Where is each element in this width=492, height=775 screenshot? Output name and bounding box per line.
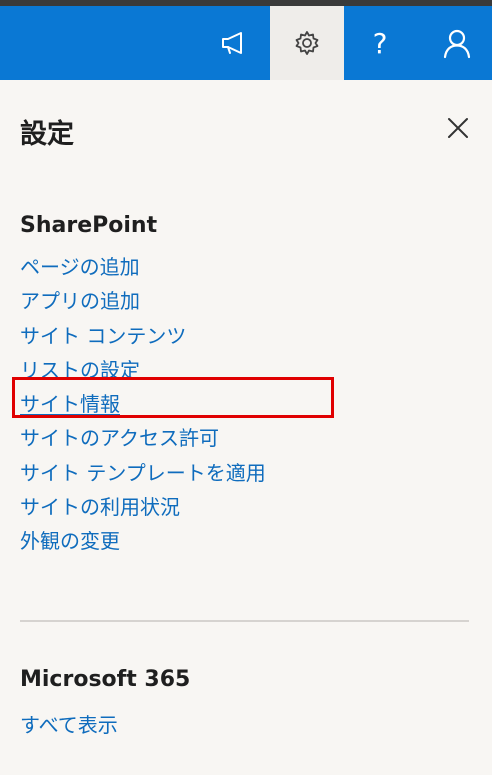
account-button[interactable] xyxy=(420,6,492,80)
panel-title: 設定 xyxy=(20,119,74,150)
microsoft365-heading: Microsoft 365 xyxy=(20,667,191,692)
link-apply-site-template[interactable]: サイト テンプレートを適用 xyxy=(20,456,266,490)
highlight-box xyxy=(12,377,334,418)
gear-icon xyxy=(295,31,319,55)
link-add-app[interactable]: アプリの追加 xyxy=(20,284,266,318)
link-add-page[interactable]: ページの追加 xyxy=(20,250,266,284)
settings-button[interactable] xyxy=(270,6,344,80)
whats-new-button[interactable] xyxy=(197,6,271,80)
link-site-permissions[interactable]: サイトのアクセス許可 xyxy=(20,421,266,455)
close-icon xyxy=(448,118,468,138)
close-button[interactable] xyxy=(442,112,474,144)
link-change-look[interactable]: 外観の変更 xyxy=(20,524,266,558)
link-site-usage[interactable]: サイトの利用状況 xyxy=(20,490,266,524)
link-site-contents[interactable]: サイト コンテンツ xyxy=(20,319,266,353)
suite-header-bar: ? xyxy=(0,6,492,80)
megaphone-icon xyxy=(222,32,242,54)
section-divider xyxy=(20,620,469,622)
sharepoint-heading: SharePoint xyxy=(20,213,158,238)
help-button[interactable]: ? xyxy=(343,6,417,80)
question-icon: ? xyxy=(372,26,388,60)
person-icon xyxy=(443,29,471,59)
link-view-all[interactable]: すべて表示 xyxy=(20,708,118,742)
